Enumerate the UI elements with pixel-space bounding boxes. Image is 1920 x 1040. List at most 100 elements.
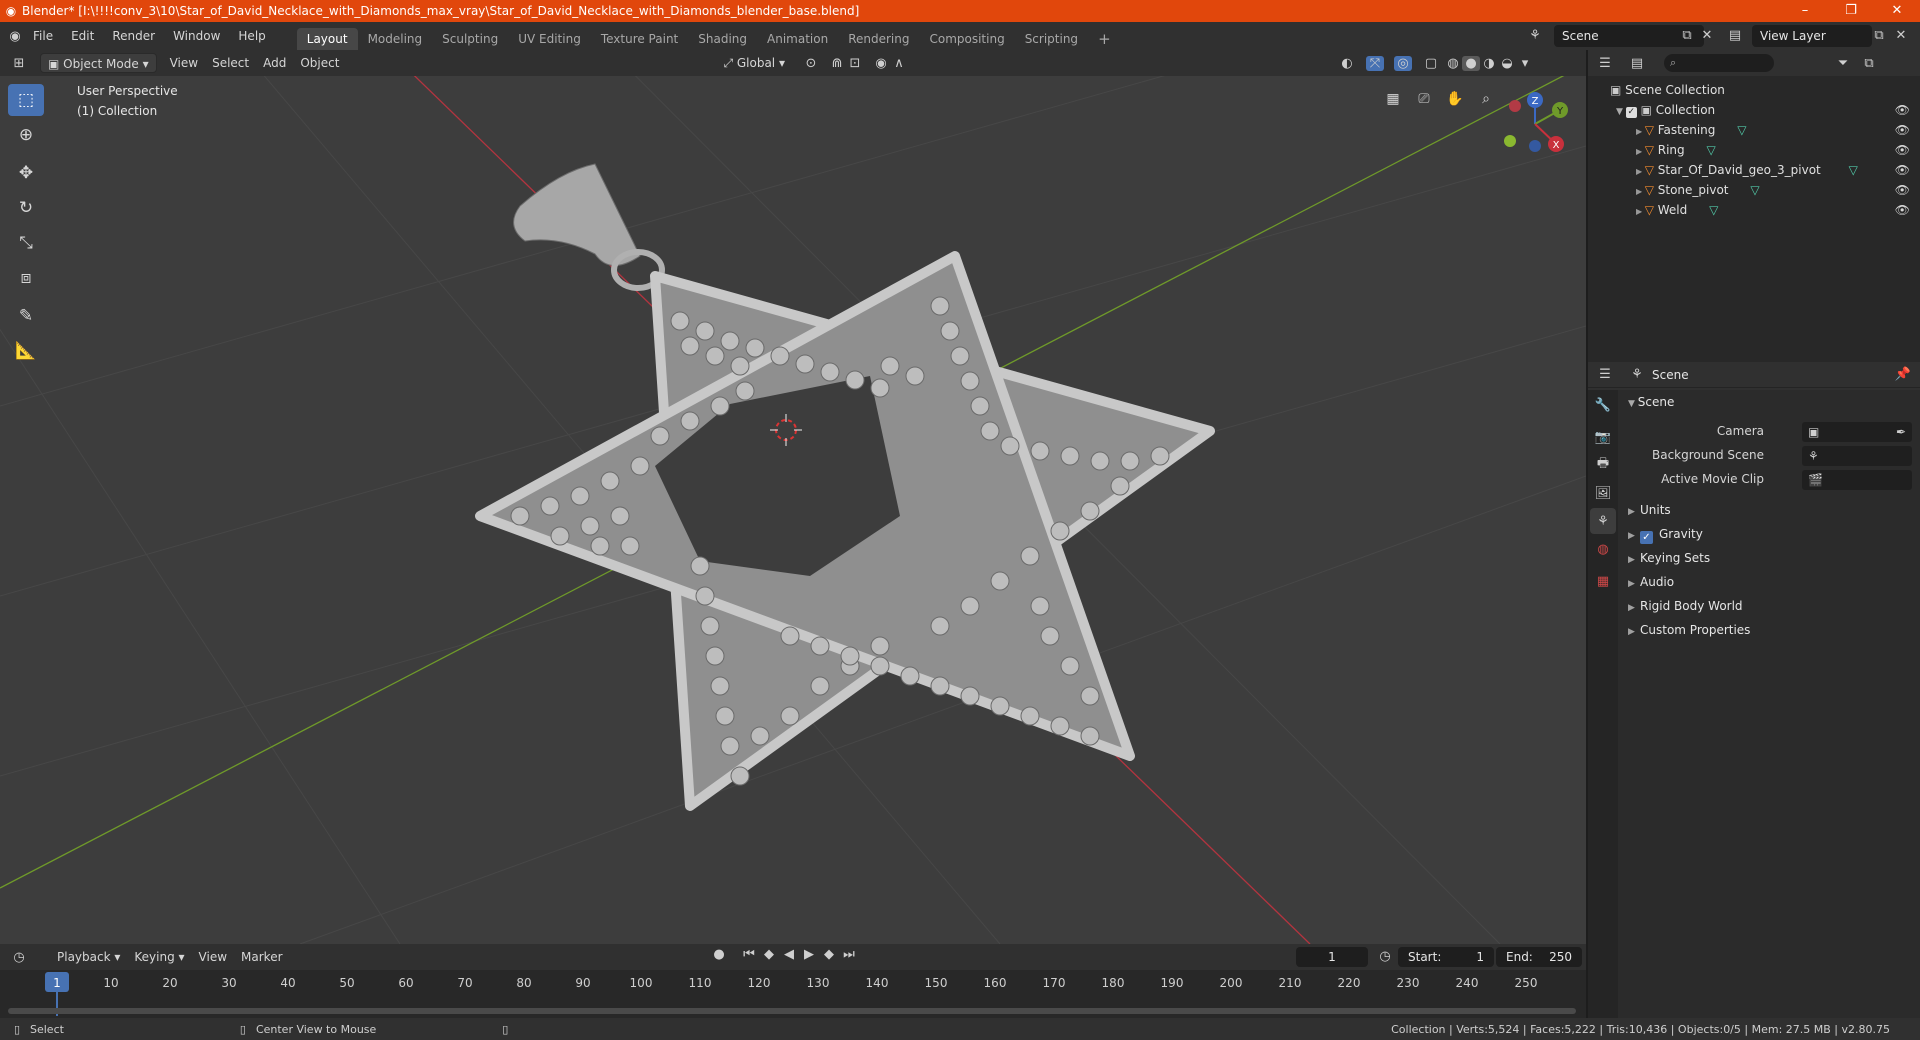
snap-target-icon[interactable]: ⊡ [846, 56, 864, 71]
outliner-item-fastening[interactable]: ▶ ▽ Fastening ▽ 👁 [1588, 120, 1920, 140]
maximize-button[interactable]: ❐ [1828, 0, 1874, 22]
new-scene-icon[interactable]: ⧉ [1678, 28, 1696, 43]
jump-end-icon[interactable]: ⏭ [840, 947, 858, 962]
timeline-scrollbar[interactable] [8, 1008, 1576, 1014]
units-section[interactable]: ▶ Units [1618, 498, 1920, 522]
next-keyframe-icon[interactable]: ◆ [820, 947, 838, 962]
properties-editor-type-icon[interactable]: ☰ [1596, 367, 1614, 382]
close-button[interactable]: ✕ [1874, 0, 1920, 22]
mesh-data-icon[interactable]: ▽ [1750, 183, 1759, 197]
outliner-editor-type-icon[interactable]: ☰ [1596, 56, 1614, 71]
minimize-button[interactable]: – [1782, 0, 1828, 22]
3d-viewport[interactable]: User Perspective (1) Collection ▦ ⎚ ✋ ⌕ … [0, 76, 1586, 944]
record-icon[interactable]: ● [710, 947, 728, 962]
view-layer-tab-icon[interactable]: 🖼 [1590, 480, 1616, 506]
keying-sets-section[interactable]: ▶ Keying Sets [1618, 546, 1920, 570]
eye-icon[interactable]: 👁 [1895, 140, 1910, 160]
add-workspace-button[interactable]: + [1088, 28, 1121, 50]
menu-add[interactable]: Add [256, 53, 293, 73]
camera-field[interactable]: ▣ ✒ [1802, 422, 1912, 442]
end-frame-field[interactable]: End: 250 [1496, 947, 1582, 967]
menu-playback[interactable]: Playback ▾ [50, 947, 127, 967]
gravity-checkbox[interactable]: ✓ [1640, 531, 1653, 544]
tab-animation[interactable]: Animation [757, 28, 838, 50]
render-tab-icon[interactable]: 📷 [1590, 424, 1616, 450]
menu-object[interactable]: Object [293, 53, 346, 73]
expand-arrow-icon[interactable]: ▶ [1636, 167, 1645, 176]
eye-icon[interactable]: 👁 [1895, 200, 1910, 220]
timeline-editor-type-icon[interactable]: ◷ [10, 950, 28, 965]
timeline-area[interactable]: 1 10 20 30 40 50 60 70 80 90 100 110 120… [0, 970, 1586, 1018]
tab-shading[interactable]: Shading [688, 28, 757, 50]
collection-row[interactable]: ▼ ✓ ▣ Collection 👁 [1588, 100, 1920, 120]
navigation-gizmo[interactable]: Z Y X [1490, 86, 1570, 166]
shading-options-icon[interactable]: ▾ [1516, 56, 1534, 71]
gizmo-toggle-icon[interactable]: ⤧ [1365, 55, 1384, 71]
material-shading-icon[interactable]: ◑ [1480, 56, 1498, 71]
cursor-tool-icon[interactable]: ⊕ [8, 119, 44, 151]
menu-keying[interactable]: Keying ▾ [127, 947, 191, 967]
wireframe-shading-icon[interactable]: ◍ [1444, 56, 1462, 71]
tab-uv-editing[interactable]: UV Editing [508, 28, 591, 50]
scale-tool-icon[interactable]: ⤡ [8, 227, 44, 259]
play-reverse-icon[interactable]: ◀ [780, 947, 798, 962]
current-frame-field[interactable]: 1 [1296, 947, 1368, 967]
tab-modeling[interactable]: Modeling [358, 28, 433, 50]
falloff-icon[interactable]: ∧ [890, 56, 908, 71]
tab-sculpting[interactable]: Sculpting [432, 28, 508, 50]
eye-icon[interactable]: 👁 [1895, 160, 1910, 180]
pan-hand-icon[interactable]: ✋ [1442, 86, 1468, 112]
transform-tool-icon[interactable]: ⧈ [8, 262, 44, 294]
tool-settings-tab-icon[interactable]: 🔧 [1590, 392, 1616, 418]
expand-arrow-icon[interactable]: ▶ [1636, 207, 1645, 216]
mesh-data-icon[interactable]: ▽ [1737, 123, 1746, 137]
world-tab-icon[interactable]: ◍ [1590, 536, 1616, 562]
overlay-toggle-icon[interactable]: ◎ [1393, 55, 1412, 71]
scene-collection-row[interactable]: ▣ Scene Collection [1588, 80, 1920, 100]
expand-arrow-icon[interactable]: ▶ [1636, 147, 1645, 156]
menu-marker[interactable]: Marker [234, 947, 289, 967]
select-box-tool-icon[interactable]: ⬚ [8, 84, 44, 116]
mesh-data-icon[interactable]: ▽ [1709, 203, 1718, 217]
blender-menu-icon[interactable]: ◉ [6, 29, 24, 44]
background-scene-field[interactable]: ⚘ [1802, 446, 1912, 466]
menu-file[interactable]: File [24, 22, 62, 50]
eye-icon[interactable]: 👁 [1895, 180, 1910, 200]
eyedropper-icon[interactable]: ✒ [1896, 422, 1906, 442]
delete-scene-icon[interactable]: ✕ [1698, 28, 1716, 43]
rotate-tool-icon[interactable]: ↻ [8, 192, 44, 224]
measure-tool-icon[interactable]: 📐 [8, 335, 44, 367]
new-collection-icon[interactable]: ⧉ [1860, 56, 1878, 71]
outliner-search-input[interactable]: ⌕ [1664, 54, 1774, 72]
annotate-tool-icon[interactable]: ✎ [8, 300, 44, 332]
editor-type-icon[interactable]: ⊞ [10, 56, 28, 71]
jump-start-icon[interactable]: ⏮ [740, 947, 758, 962]
menu-edit[interactable]: Edit [62, 22, 103, 50]
menu-select[interactable]: Select [205, 53, 256, 73]
grid-view-icon[interactable]: ▦ [1380, 86, 1406, 112]
filter-icon[interactable]: ⏷ [1834, 56, 1852, 71]
new-view-layer-icon[interactable]: ⧉ [1870, 28, 1888, 43]
proportional-edit-icon[interactable]: ◉ [872, 56, 890, 71]
start-frame-field[interactable]: Start: 1 [1398, 947, 1494, 967]
gravity-section[interactable]: ▶ ✓ Gravity [1618, 522, 1920, 546]
menu-timeline-view[interactable]: View [192, 947, 234, 967]
clock-icon[interactable]: ◷ [1376, 949, 1394, 964]
outliner-item-weld[interactable]: ▶ ▽ Weld ▽ 👁 [1588, 200, 1920, 220]
move-tool-icon[interactable]: ✥ [8, 157, 44, 189]
texture-tab-icon[interactable]: ▦ [1590, 568, 1616, 594]
custom-properties-section[interactable]: ▶ Custom Properties [1618, 618, 1920, 642]
collection-checkbox[interactable]: ✓ [1625, 107, 1637, 118]
rigid-body-world-section[interactable]: ▶ Rigid Body World [1618, 594, 1920, 618]
xray-icon[interactable]: ▢ [1422, 56, 1440, 71]
tab-rendering[interactable]: Rendering [838, 28, 919, 50]
snap-icon[interactable]: ⋒ [828, 56, 846, 71]
play-icon[interactable]: ▶ [800, 947, 818, 962]
scene-panel-header[interactable]: ▼ Scene [1618, 390, 1920, 414]
menu-window[interactable]: Window [164, 22, 229, 50]
delete-view-layer-icon[interactable]: ✕ [1892, 28, 1910, 43]
rendered-shading-icon[interactable]: ◒ [1498, 56, 1516, 71]
view-layer-selector[interactable]: View Layer [1752, 25, 1872, 47]
camera-view-icon[interactable]: ⎚ [1411, 86, 1437, 112]
tab-scripting[interactable]: Scripting [1015, 28, 1088, 50]
